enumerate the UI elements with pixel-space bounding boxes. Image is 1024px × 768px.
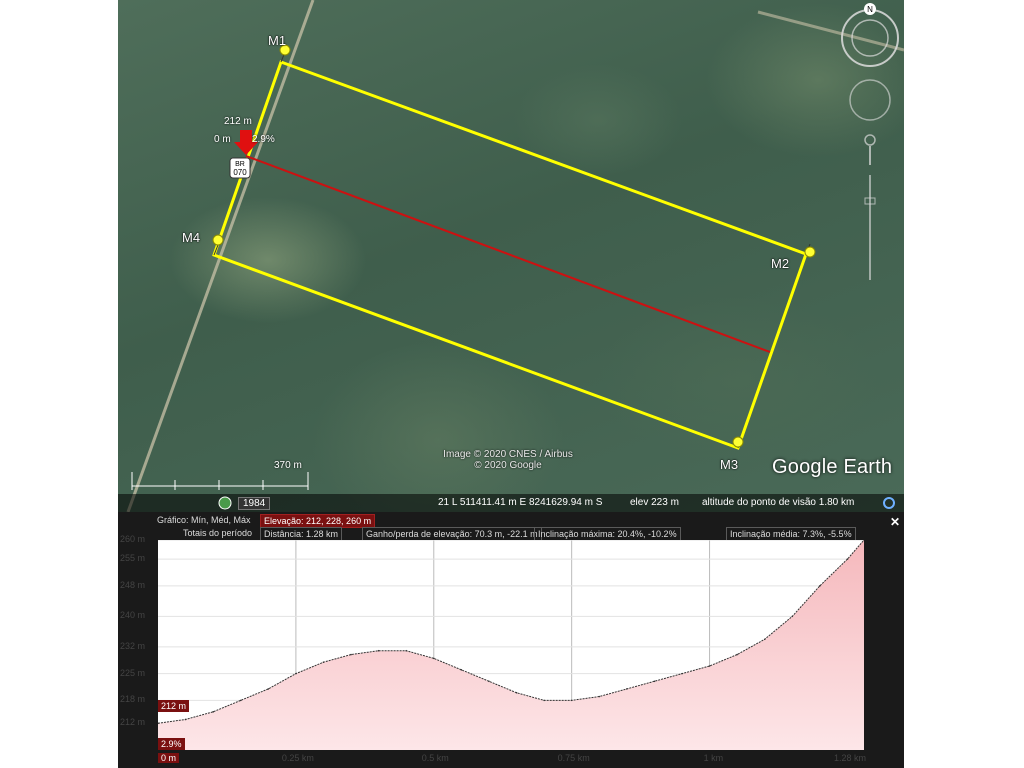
x-tick-label: 0.75 km	[557, 753, 590, 763]
elevation-point	[488, 680, 490, 683]
elevation-point	[681, 672, 683, 675]
road-shield-line2: 070	[233, 168, 247, 177]
year-label[interactable]: 1984	[238, 497, 271, 510]
avg-slope-label: Inclinação média: 7.3%, -5.5%	[726, 527, 856, 541]
elevation-path-line	[245, 155, 771, 353]
elevation-point	[295, 672, 297, 675]
marker-label-m3[interactable]: M3	[720, 457, 738, 472]
totals-label: Totais do período	[183, 528, 253, 538]
elevation-point	[653, 680, 656, 683]
google-earth-logo: Google Earth	[772, 456, 893, 478]
coordinates-readout: 21 L 511411.41 m E 8241629.94 m S	[438, 497, 603, 508]
y-tick-label: 260 m	[120, 534, 146, 544]
elevation-point	[350, 653, 352, 656]
pin-icon-m2	[804, 243, 816, 258]
imagery-credit-line2: © 2020 Google	[474, 460, 542, 471]
distance-label: Distância: 1.28 km	[260, 527, 343, 541]
road-shield-line1: BR	[235, 161, 245, 168]
elevation-point	[239, 699, 242, 702]
imagery-credit-line1: Image © 2020 CNES / Airbus	[443, 449, 573, 460]
y-tick-label: 240 m	[120, 610, 146, 621]
elevation-chart	[157, 539, 865, 750]
graph-label[interactable]: Gráfico: Mín, Méd, Máx	[154, 514, 254, 526]
elevation-point	[598, 695, 601, 698]
zoom-slider-icon[interactable]	[864, 175, 876, 280]
x-tick-label: 0.5 km	[421, 753, 449, 763]
streaming-indicator-icon	[882, 496, 896, 512]
elevation-point	[267, 688, 270, 690]
cursor-elevation-box: 212 m	[158, 700, 190, 712]
cursor-elevation-label: 212 m	[224, 116, 252, 127]
elevation-point	[460, 669, 463, 671]
elevation-point	[377, 649, 380, 652]
elevation-point	[846, 558, 849, 560]
elevation-point	[570, 699, 573, 702]
cursor-slope-box: 2.9%	[158, 738, 185, 750]
marker-label-m1[interactable]: M1	[268, 33, 286, 48]
elevation-point	[819, 585, 821, 587]
cursor-slope-label: 2.9%	[252, 134, 275, 145]
y-tick-label: 212 m	[120, 717, 146, 728]
y-tick-label: 225 m	[120, 667, 146, 678]
close-icon[interactable]: ✕	[890, 515, 900, 529]
elevation-readout: elev 223 m	[630, 497, 679, 508]
elevation-point	[791, 615, 794, 618]
y-tick-label: 218 m	[120, 694, 146, 705]
x-tick-label: 1.28 km	[834, 753, 867, 763]
right-margin	[904, 0, 1024, 768]
marker-label-m4[interactable]: M4	[182, 230, 200, 245]
y-tick-label: 248 m	[120, 579, 146, 590]
profile-header: Gráfico: Mín, Méd, Máx Elevação: 212, 22…	[118, 512, 904, 541]
elevation-area	[158, 540, 864, 750]
elevation-stats-label[interactable]: Elevação: 212, 228, 260 m	[260, 514, 376, 528]
google-earth-viewport: BR 070 M1 M2 M3 M4 212 m 0 m 2.9% 370 m …	[118, 0, 904, 768]
status-bar: 1984 21 L 511411.41 m E 8241629.94 m S e…	[118, 494, 904, 512]
elevation-point	[212, 711, 214, 713]
elevation-point	[432, 657, 435, 660]
historical-imagery-icon[interactable]	[218, 496, 232, 512]
y-tick-label: 232 m	[120, 640, 146, 651]
gain-loss-label: Ganho/perda de elevação: 70.3 m, -22.1 m	[362, 527, 542, 541]
elevation-point	[626, 688, 628, 690]
elevation-point	[184, 718, 187, 721]
left-margin	[0, 0, 118, 768]
satellite-map[interactable]: BR 070 M1 M2 M3 M4 212 m 0 m 2.9% 370 m …	[118, 0, 904, 512]
elevation-point	[763, 638, 766, 641]
compass-icon[interactable]: N	[841, 3, 899, 67]
y-tick-label: 255 m	[120, 553, 146, 564]
elevation-point	[863, 539, 865, 541]
elevation-profile-panel: Gráfico: Mín, Méd, Máx Elevação: 212, 22…	[118, 512, 904, 768]
scale-label: 370 m	[274, 460, 302, 471]
marker-label-m2[interactable]: M2	[771, 256, 789, 271]
elevation-point	[708, 665, 711, 667]
elevation-point	[736, 653, 738, 656]
x-tick-label: 0 m	[158, 753, 180, 763]
elevation-point	[543, 699, 545, 702]
svg-text:N: N	[867, 5, 873, 14]
eye-altitude-readout: altitude do ponto de visão 1.80 km	[702, 497, 855, 508]
elevation-point	[322, 661, 325, 663]
x-tick-label: 0.25 km	[281, 753, 314, 763]
imagery-credit: Image © 2020 CNES / Airbus © 2020 Google	[418, 449, 598, 471]
elevation-chart-area[interactable]	[157, 539, 865, 750]
cursor-distance-label: 0 m	[214, 134, 231, 145]
elevation-point	[405, 649, 408, 652]
street-view-person-icon[interactable]	[864, 134, 876, 165]
look-joystick-icon[interactable]	[849, 79, 891, 121]
x-tick-label: 1 km	[703, 753, 724, 763]
max-slope-label: Inclinação máxima: 20.4%, -10.2%	[534, 527, 681, 541]
navigation-controls: N	[836, 0, 904, 300]
elevation-point	[515, 691, 518, 694]
